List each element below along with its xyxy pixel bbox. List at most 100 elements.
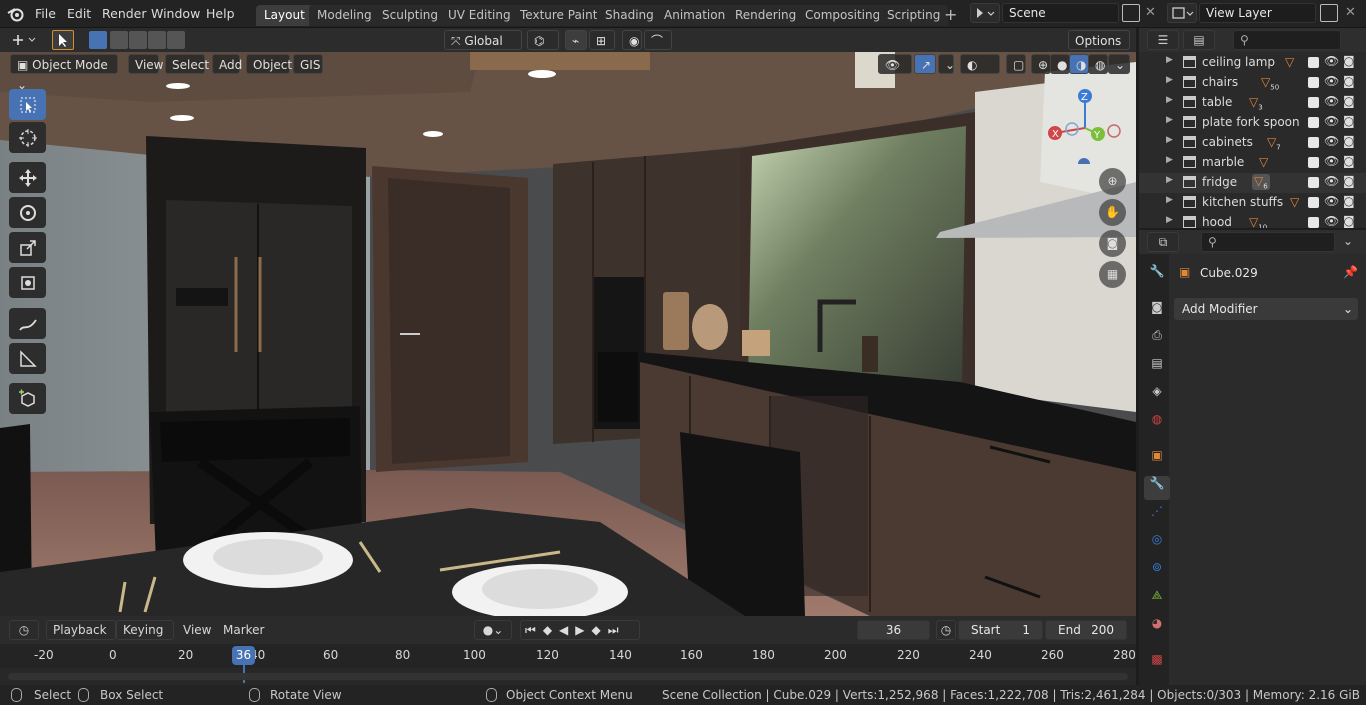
constraints-tab-icon[interactable]: ⊚	[1144, 560, 1170, 584]
camera-icon[interactable]: ◙	[1343, 74, 1355, 88]
3d-viewport[interactable]: ▣ Object Mode ⌄ View Select Add Object G…	[0, 52, 1136, 616]
end-frame-field[interactable]: End 200	[1045, 620, 1127, 640]
tab-texture-paint[interactable]: Texture Paint	[512, 5, 606, 26]
outliner-item[interactable]: ▶ fridge ▽6 👁 ◙	[1139, 173, 1366, 193]
display-mode-icon[interactable]: ▤	[1183, 30, 1215, 50]
data-tab-icon[interactable]: ⟁	[1144, 588, 1170, 612]
scene-field[interactable]: Scene	[1002, 3, 1119, 23]
outliner-item[interactable]: ▶ marble ▽ 👁 ◙	[1139, 153, 1366, 173]
exclude-checkbox[interactable]	[1308, 177, 1319, 188]
scene-tab-icon[interactable]: ◈	[1144, 384, 1170, 408]
expand-arrow-icon[interactable]: ▶	[1166, 55, 1173, 65]
gizmo-toggle-icon[interactable]: ↗	[914, 54, 936, 74]
expand-arrow-icon[interactable]: ▶	[1166, 195, 1173, 205]
shading-options-icon[interactable]: ⌄	[1108, 54, 1130, 74]
object-tab-icon[interactable]: ▣	[1144, 448, 1170, 472]
tab-rendering[interactable]: Rendering	[727, 5, 805, 26]
outliner-editor-type-icon[interactable]: ☰	[1147, 30, 1179, 50]
eye-icon[interactable]: 👁	[1324, 54, 1339, 68]
eye-icon[interactable]: 👁	[1324, 94, 1339, 108]
transform-tool[interactable]	[9, 267, 46, 298]
view-layer-selector-button[interactable]	[1167, 3, 1197, 23]
menu-file[interactable]: File	[35, 5, 56, 23]
timeline-ruler[interactable]: -20 0 20 40 60 80 100 120 140 160 180 20…	[0, 644, 1136, 683]
close-icon[interactable]: ✕	[1145, 5, 1156, 20]
eye-icon[interactable]: 👁	[1324, 214, 1339, 228]
snap-toggle-icon[interactable]: ⌁	[565, 30, 587, 50]
outliner-item[interactable]: ▶ table ▽3 👁 ◙	[1139, 93, 1366, 113]
tab-shading[interactable]: Shading	[597, 5, 662, 26]
expand-arrow-icon[interactable]: ▶	[1166, 115, 1173, 125]
view-layer-field[interactable]: View Layer	[1199, 3, 1316, 23]
annotate-tool[interactable]	[9, 308, 46, 339]
current-frame-field[interactable]: 36	[857, 620, 930, 640]
add-modifier-dropdown[interactable]: Add Modifier ⌄	[1174, 298, 1358, 320]
camera-icon[interactable]: ◙	[1343, 174, 1355, 188]
overlays-dropdown-icon[interactable]: ◐	[960, 54, 1000, 74]
jump-end-icon[interactable]: ⏭	[608, 623, 626, 637]
expand-arrow-icon[interactable]: ▶	[1166, 135, 1173, 145]
menu-add[interactable]: Add	[212, 54, 242, 74]
expand-arrow-icon[interactable]: ▶	[1166, 155, 1173, 165]
tab-modeling[interactable]: Modeling	[309, 5, 380, 26]
keying-menu[interactable]: Keying ⌄	[116, 620, 174, 655]
view-layer-tab-icon[interactable]: ▤	[1144, 356, 1170, 380]
menu-edit[interactable]: Edit	[67, 5, 91, 23]
select-mode-extend-icon[interactable]	[110, 31, 128, 49]
cursor-tool[interactable]	[9, 122, 46, 153]
scale-tool[interactable]	[9, 232, 46, 263]
eye-icon[interactable]: 👁	[1324, 114, 1339, 128]
transform-orientation-dropdown[interactable]: ⤧ Global	[444, 30, 522, 50]
visibility-dropdown-icon[interactable]: 👁	[878, 54, 912, 74]
timeline-scrollbar[interactable]	[8, 673, 1128, 680]
output-tab-icon[interactable]: ⎙	[1144, 328, 1170, 352]
exclude-checkbox[interactable]	[1308, 57, 1319, 68]
add-workspace-icon[interactable]: +	[944, 5, 957, 24]
rotate-tool[interactable]	[9, 197, 46, 228]
start-frame-field[interactable]: Start 1	[958, 620, 1043, 640]
eye-icon[interactable]: 👁	[1324, 194, 1339, 208]
expand-arrow-icon[interactable]: ▶	[1166, 75, 1173, 85]
outliner-item[interactable]: ▶ plate fork spoon 👁 ◙	[1139, 113, 1366, 133]
expand-arrow-icon[interactable]: ▶	[1166, 95, 1173, 105]
timeline-view-menu[interactable]: View	[183, 623, 211, 637]
camera-view-icon[interactable]: ◙	[1099, 230, 1126, 257]
expand-arrow-icon[interactable]: ▶	[1166, 215, 1173, 225]
timeline-editor-type-icon[interactable]: ◷	[9, 620, 39, 640]
options-dropdown[interactable]: Options	[1068, 30, 1130, 50]
preview-range-icon[interactable]: ◷	[936, 620, 956, 640]
tab-sculpting[interactable]: Sculpting	[374, 5, 447, 26]
exclude-checkbox[interactable]	[1308, 117, 1319, 128]
perspective-toggle-icon[interactable]: ▦	[1099, 261, 1126, 288]
next-keyframe-icon[interactable]: ◆	[592, 623, 608, 637]
select-mode-intersect-icon[interactable]	[167, 31, 185, 49]
pan-view-icon[interactable]: ✋	[1099, 199, 1126, 226]
camera-icon[interactable]: ◙	[1343, 54, 1355, 68]
xray-toggle-icon[interactable]: ▢	[1006, 54, 1026, 74]
camera-icon[interactable]: ◙	[1343, 214, 1355, 228]
select-box-tool[interactable]	[9, 89, 46, 120]
outliner-item[interactable]: ▶ cabinets ▽7 👁 ◙	[1139, 133, 1366, 153]
wireframe-shading-icon[interactable]: ⊕	[1031, 54, 1051, 74]
proportional-edit-icon[interactable]: ◉	[622, 30, 642, 50]
camera-icon[interactable]: ◙	[1343, 94, 1355, 108]
menu-select[interactable]: Select	[165, 54, 209, 74]
playhead-frame-indicator[interactable]: 36	[232, 646, 255, 665]
camera-icon[interactable]: ◙	[1343, 154, 1355, 168]
jump-start-icon[interactable]: ⏮	[525, 623, 543, 637]
playback-menu[interactable]: Playback ⌄	[46, 620, 116, 655]
pivot-point-dropdown[interactable]: ⌬	[527, 30, 559, 50]
tab-layout[interactable]: Layout	[256, 5, 313, 26]
particles-tab-icon[interactable]: ⋰	[1144, 504, 1170, 528]
solid-shading-icon[interactable]: ●	[1050, 54, 1070, 74]
move-tool[interactable]	[9, 162, 46, 193]
exclude-checkbox[interactable]	[1308, 77, 1319, 88]
tab-scripting[interactable]: Scripting	[879, 5, 949, 26]
record-keyframes-icon[interactable]: ●⌄	[474, 620, 512, 640]
world-tab-icon[interactable]: ◍	[1144, 412, 1170, 436]
camera-icon[interactable]: ◙	[1343, 134, 1355, 148]
new-view-layer-icon[interactable]	[1320, 4, 1338, 22]
render-tab-icon[interactable]: ◙	[1144, 300, 1170, 324]
exclude-checkbox[interactable]	[1308, 217, 1319, 228]
camera-icon[interactable]: ◙	[1343, 194, 1355, 208]
